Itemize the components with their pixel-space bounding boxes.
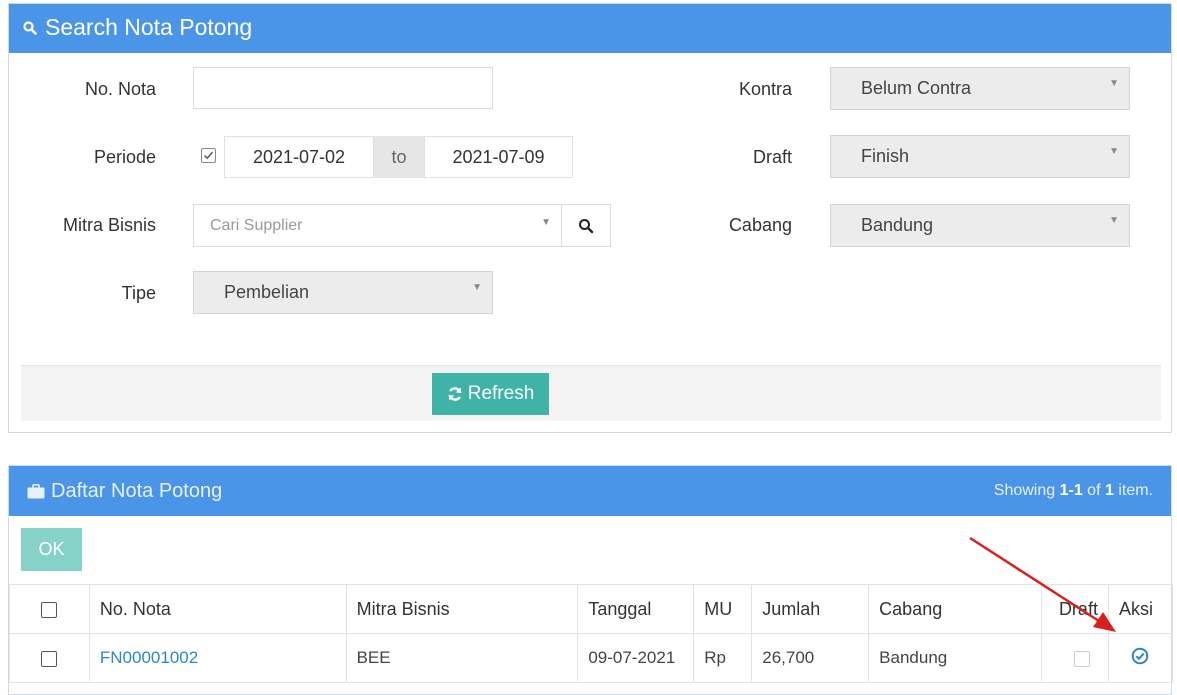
periode-to-addon: to	[374, 136, 424, 178]
tipe-value: Pembelian	[224, 282, 310, 302]
cabang-select[interactable]: Bandung ▼	[830, 204, 1130, 247]
col-mu[interactable]: MU	[693, 584, 753, 634]
table-header-row: No. Nota Mitra Bisnis Tanggal MU Jumlah …	[9, 584, 1174, 634]
draft-value: Finish	[861, 146, 910, 166]
list-panel-title-text: Daftar Nota Potong	[51, 480, 223, 502]
search-panel: Search Nota Potong No. Nota Periode 2021…	[8, 3, 1172, 433]
cell-tanggal: 09-07-2021	[577, 633, 695, 683]
cell-draft	[1040, 633, 1109, 683]
chevron-down-icon: ▼	[472, 282, 482, 293]
tipe-label: Tipe	[121, 283, 156, 303]
periode-checkbox[interactable]	[201, 148, 216, 163]
briefcase-icon	[27, 484, 45, 499]
kontra-select[interactable]: Belum Contra ▼	[830, 67, 1130, 110]
chevron-down-icon: ▼	[1109, 78, 1119, 89]
search-panel-title-text: Search Nota Potong	[45, 14, 253, 40]
search-panel-header: Search Nota Potong	[9, 4, 1171, 53]
ok-button[interactable]: OK	[21, 528, 82, 571]
col-cabang[interactable]: Cabang	[868, 584, 1042, 634]
periode-to-input[interactable]: 2021-07-09	[424, 136, 573, 178]
chevron-down-icon: ▼	[1109, 215, 1119, 226]
draft-label: Draft	[752, 147, 792, 167]
summary-total: 1	[1104, 482, 1114, 499]
no-nota-label: No. Nota	[84, 79, 156, 99]
summary-mid: of	[1082, 482, 1105, 499]
col-tanggal[interactable]: Tanggal	[577, 584, 695, 634]
summary-prefix: Showing	[993, 482, 1060, 499]
cabang-value: Bandung	[861, 215, 934, 235]
summary-range: 1-1	[1059, 482, 1083, 499]
cell-jumlah: 26,700	[751, 633, 870, 683]
cell-no-nota: FN00001002	[88, 633, 347, 683]
kontra-label: Kontra	[738, 79, 792, 99]
nota-table: No. Nota Mitra Bisnis Tanggal MU Jumlah …	[9, 584, 1174, 683]
col-mitra-bisnis[interactable]: Mitra Bisnis	[345, 584, 579, 634]
refresh-icon	[448, 387, 462, 401]
summary-suffix: item.	[1113, 482, 1153, 499]
list-panel-header: Daftar Nota Potong Showing 1-1 of 1 item…	[9, 466, 1171, 516]
cell-cabang: Bandung	[868, 633, 1042, 683]
col-jumlah[interactable]: Jumlah	[751, 584, 870, 634]
search-panel-title: Search Nota Potong	[23, 14, 252, 41]
cell-aksi	[1107, 633, 1174, 683]
row-checkbox[interactable]	[41, 650, 58, 667]
table-row: FN00001002 BEE 09-07-2021 Rp 26,700 Band…	[9, 633, 1174, 683]
check-icon	[203, 151, 214, 160]
row-select-cell	[9, 633, 90, 683]
col-aksi: Aksi	[1107, 584, 1174, 634]
periode-label: Periode	[93, 147, 156, 167]
no-nota-link[interactable]: FN00001002	[100, 648, 198, 667]
mitra-bisnis-search-button[interactable]	[561, 204, 611, 247]
col-draft[interactable]: Draft	[1040, 584, 1109, 634]
draft-checkbox	[1073, 650, 1090, 667]
list-summary: Showing 1-1 of 1 item.	[994, 482, 1153, 500]
refresh-button[interactable]: Refresh	[432, 373, 549, 415]
search-icon	[23, 20, 37, 35]
no-nota-input[interactable]	[193, 67, 493, 109]
chevron-down-icon: ▼	[541, 217, 551, 228]
cell-mu: Rp	[693, 633, 753, 683]
check-circle-icon[interactable]	[1131, 647, 1149, 665]
ok-button-label: OK	[38, 539, 65, 559]
mitra-bisnis-label: Mitra Bisnis	[62, 215, 156, 235]
col-no-nota[interactable]: No. Nota	[88, 584, 347, 634]
periode-from-input[interactable]: 2021-07-02	[224, 136, 374, 178]
cabang-label: Cabang	[728, 215, 792, 235]
search-icon	[579, 218, 594, 233]
tipe-select[interactable]: Pembelian ▼	[193, 271, 493, 314]
select-all-checkbox[interactable]	[41, 601, 58, 618]
mitra-bisnis-select[interactable]: Cari Supplier ▼	[193, 204, 562, 247]
list-panel: Daftar Nota Potong Showing 1-1 of 1 item…	[8, 465, 1174, 695]
kontra-value: Belum Contra	[861, 78, 972, 98]
list-panel-title: Daftar Nota Potong	[27, 480, 222, 503]
chevron-down-icon: ▼	[1109, 146, 1119, 157]
cell-mitra-bisnis: BEE	[345, 633, 579, 683]
draft-select[interactable]: Finish ▼	[830, 135, 1130, 178]
select-all-cell	[9, 584, 90, 634]
refresh-button-label: Refresh	[467, 383, 535, 404]
mitra-bisnis-placeholder: Cari Supplier	[210, 216, 303, 234]
search-panel-footer: Refresh	[21, 365, 1161, 421]
